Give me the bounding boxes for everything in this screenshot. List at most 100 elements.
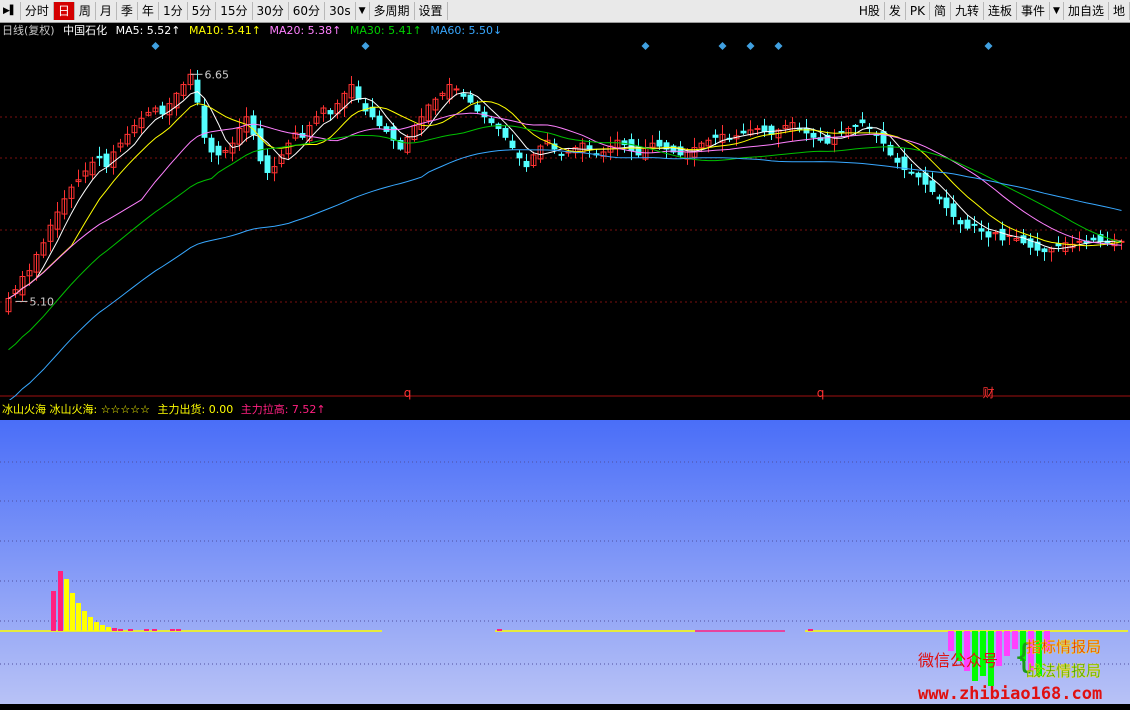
- watermark-name1: 指标情报局: [1026, 638, 1102, 656]
- right-tab-6[interactable]: 事件: [1017, 2, 1051, 20]
- indicator-bar: [808, 629, 813, 631]
- indicator-bar: [70, 593, 75, 631]
- candle-down: [810, 132, 817, 138]
- period-label: 日线(复权): [2, 24, 55, 37]
- candle-down: [96, 155, 103, 159]
- candle-down: [474, 104, 481, 112]
- dropdown-arrow-icon[interactable]: ▼: [356, 2, 370, 20]
- candle-down: [978, 228, 985, 232]
- indicator-bar: [170, 629, 175, 631]
- watermark-wechat: 微信公众号: [918, 651, 999, 670]
- indicator-bar: [76, 603, 81, 631]
- toolbar-left-group: ▶▌ 分时日周月季年 1分 5分 15分 30分 60分 30s ▼ 多周期 设置: [0, 0, 448, 22]
- annotation-label: 6.65: [205, 68, 230, 81]
- candle-down: [355, 86, 362, 100]
- candle-down: [1090, 237, 1097, 241]
- right-tab-3[interactable]: 简: [930, 2, 951, 20]
- event-marker: q: [404, 386, 412, 400]
- event-marker: q: [817, 386, 825, 400]
- candle-down: [964, 219, 971, 229]
- left-tab-5[interactable]: 季: [117, 2, 138, 20]
- left-tab-1[interactable]: 分时: [21, 2, 54, 20]
- indicator-bar: [144, 629, 149, 631]
- watermark-url: www.zhibiao168.com: [918, 684, 1103, 704]
- indicator-bar: [128, 629, 133, 631]
- candle-down: [467, 94, 474, 103]
- left-tab-12[interactable]: 30s: [325, 2, 356, 20]
- left-tab-6[interactable]: 年: [138, 2, 159, 20]
- candle-down: [712, 134, 719, 138]
- candle-down: [908, 171, 915, 174]
- stock-name[interactable]: 中国石化: [63, 24, 107, 37]
- right-tab-1[interactable]: 发: [885, 2, 906, 20]
- right-tab-5[interactable]: 连板: [984, 2, 1018, 20]
- candle-down: [985, 231, 992, 238]
- candle-down: [390, 126, 397, 141]
- left-tab-11[interactable]: 60分: [289, 2, 326, 20]
- right-tab-4[interactable]: 九转: [951, 2, 985, 20]
- candle-down: [1020, 235, 1027, 244]
- candle-down: [516, 152, 523, 159]
- candle-down: [523, 160, 530, 168]
- candlestick-chart[interactable]: 6.65 5.10 q q 财: [0, 40, 1130, 400]
- ma10-line: [8, 100, 1122, 299]
- left-tab-3[interactable]: 周: [75, 2, 96, 20]
- left-tab-8[interactable]: 5分: [188, 2, 217, 20]
- candle-down: [936, 196, 943, 200]
- candle-down: [740, 130, 747, 134]
- left-tab-10[interactable]: 30分: [253, 2, 289, 20]
- diamond-marker: [984, 42, 993, 50]
- indicator-header: 冰山火海 冰山火海: ☆☆☆☆☆ 主力出货: 0.00 主力拉高: 7.52↑: [2, 402, 330, 418]
- ma5-label: MA5: 5.52↑: [115, 24, 181, 37]
- diamond-marker: [641, 42, 650, 50]
- candle-down: [215, 145, 222, 156]
- candle-down: [859, 119, 866, 124]
- candle-down: [999, 228, 1006, 241]
- indicator-bar: [64, 579, 69, 631]
- candle-down: [208, 137, 215, 153]
- left-tab-14[interactable]: 多周期: [370, 2, 415, 20]
- candle-up: [754, 128, 761, 131]
- candle-down: [327, 110, 334, 115]
- candle-down: [264, 155, 271, 173]
- candle-down: [768, 125, 775, 135]
- left-tab-7[interactable]: 1分: [159, 2, 188, 20]
- candle-down: [1041, 248, 1048, 253]
- candle-down: [950, 203, 957, 217]
- candle-up: [453, 88, 460, 91]
- indicator-bar: [51, 591, 56, 631]
- indicator-bar: [176, 629, 181, 631]
- left-tab-15[interactable]: 设置: [415, 2, 448, 20]
- candle-down: [460, 93, 467, 97]
- right-tab-0[interactable]: H股: [855, 2, 885, 20]
- diamond-marker: [746, 42, 755, 50]
- ma20-label: MA20: 5.38↑: [269, 24, 342, 37]
- candle-down: [558, 153, 565, 156]
- candle-down: [376, 115, 383, 127]
- left-tab-9[interactable]: 15分: [216, 2, 253, 20]
- right-tab-2[interactable]: PK: [906, 2, 930, 20]
- event-marker: 财: [982, 386, 994, 400]
- right-tab-9[interactable]: 地: [1109, 2, 1130, 20]
- candle-down: [509, 140, 516, 149]
- indicator-bar: [58, 571, 63, 631]
- indicator-title: 冰山火海 冰山火海: ☆☆☆☆☆: [2, 403, 151, 416]
- candle-down: [257, 128, 264, 162]
- left-tab-4[interactable]: 月: [96, 2, 117, 20]
- indicator-bar: [112, 628, 117, 631]
- watermark-name2: 战法情报局: [1026, 662, 1102, 680]
- dropdown-arrow-icon[interactable]: ▼: [1050, 2, 1064, 20]
- candle-down: [803, 128, 810, 134]
- ma5-line: [8, 91, 1122, 299]
- date-axis: [0, 704, 1130, 710]
- ma60-label: MA60: 5.50↓: [430, 24, 503, 37]
- candle-down: [894, 157, 901, 163]
- left-tab-2[interactable]: 日: [53, 2, 75, 20]
- ma-info-bar: 日线(复权) 中国石化 MA5: 5.52↑ MA10: 5.41↑ MA20:…: [2, 23, 507, 39]
- ma30-line: [8, 125, 1122, 351]
- indicator-bar: [497, 629, 502, 631]
- candle-down: [915, 172, 922, 178]
- right-tab-8[interactable]: 加自选: [1064, 2, 1109, 20]
- candle-down: [369, 106, 376, 118]
- fast-forward-icon[interactable]: ▶▌: [0, 2, 21, 20]
